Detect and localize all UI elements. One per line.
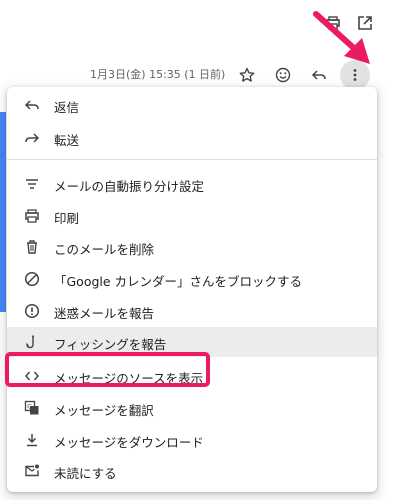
open-in-new-window-icon[interactable] <box>356 14 374 32</box>
mark-unread-icon <box>24 463 40 479</box>
message-actions <box>232 60 370 90</box>
filter-icon <box>24 176 40 192</box>
forward-icon <box>24 130 40 146</box>
translate-icon: G <box>24 400 40 416</box>
menu-item-block-sender[interactable]: 「Google カレンダー」さんをブロックする <box>7 264 377 294</box>
menu-item-label: メッセージをダウンロード <box>54 435 204 450</box>
more-vert-icon[interactable] <box>340 60 370 90</box>
spam-icon <box>24 303 40 319</box>
menu-item-delete[interactable]: このメールを削除 <box>7 232 377 262</box>
menu-item-label: 迷惑メールを報告 <box>54 306 155 321</box>
reply-icon <box>24 97 40 113</box>
menu-item-label: 転送 <box>54 133 80 148</box>
menu-item-download[interactable]: メッセージをダウンロード <box>7 425 377 455</box>
menu-item-report-spam[interactable]: 迷惑メールを報告 <box>7 296 377 326</box>
menu-item-filter[interactable]: メールの自動振り分け設定 <box>7 169 377 199</box>
menu-item-label: メールの自動振り分け設定 <box>54 179 205 194</box>
menu-item-reply[interactable]: 返信 <box>7 90 377 120</box>
message-timestamp: 1月3日(金) 15:35 (1 日前) <box>90 68 226 81</box>
menu-item-report-phishing[interactable]: フィッシングを報告 <box>7 327 377 357</box>
trash-icon <box>24 239 40 255</box>
menu-item-translate[interactable]: G メッセージを翻訳 <box>7 393 377 423</box>
star-icon[interactable] <box>232 60 262 90</box>
menu-item-label: 印刷 <box>54 211 80 226</box>
download-icon <box>24 432 40 448</box>
print-all-icon[interactable] <box>324 14 342 32</box>
menu-item-mark-unread[interactable]: 未読にする <box>7 456 377 486</box>
menu-item-label: 返信 <box>54 100 80 115</box>
reply-icon[interactable] <box>304 60 334 90</box>
menu-divider <box>7 159 377 160</box>
emoji-icon[interactable] <box>268 60 298 90</box>
menu-item-label: 未読にする <box>54 466 117 481</box>
top-toolbar <box>324 14 374 32</box>
menu-item-label: このメールを削除 <box>54 242 155 257</box>
menu-item-print[interactable]: 印刷 <box>7 201 377 231</box>
message-header: 1月3日(金) 15:35 (1 日前) <box>0 60 394 90</box>
menu-item-label: メッセージを翻訳 <box>54 403 154 418</box>
menu-item-label: 「Google カレンダー」さんをブロックする <box>54 274 303 289</box>
left-accent-bar <box>0 112 6 312</box>
svg-text:G: G <box>27 404 32 411</box>
menu-item-label: フィッシングを報告 <box>54 337 167 352</box>
phishing-hook-icon <box>24 334 40 350</box>
code-icon <box>24 368 40 384</box>
menu-item-show-original[interactable]: メッセージのソースを表示 <box>7 361 377 391</box>
menu-item-label: メッセージのソースを表示 <box>54 371 204 386</box>
block-icon <box>24 271 40 287</box>
print-icon <box>24 208 40 224</box>
more-actions-menu: 返信 転送 メールの自動振り分け設定 印刷 このメールを削除 「Google カ… <box>7 87 377 492</box>
menu-item-forward[interactable]: 転送 <box>7 123 377 153</box>
